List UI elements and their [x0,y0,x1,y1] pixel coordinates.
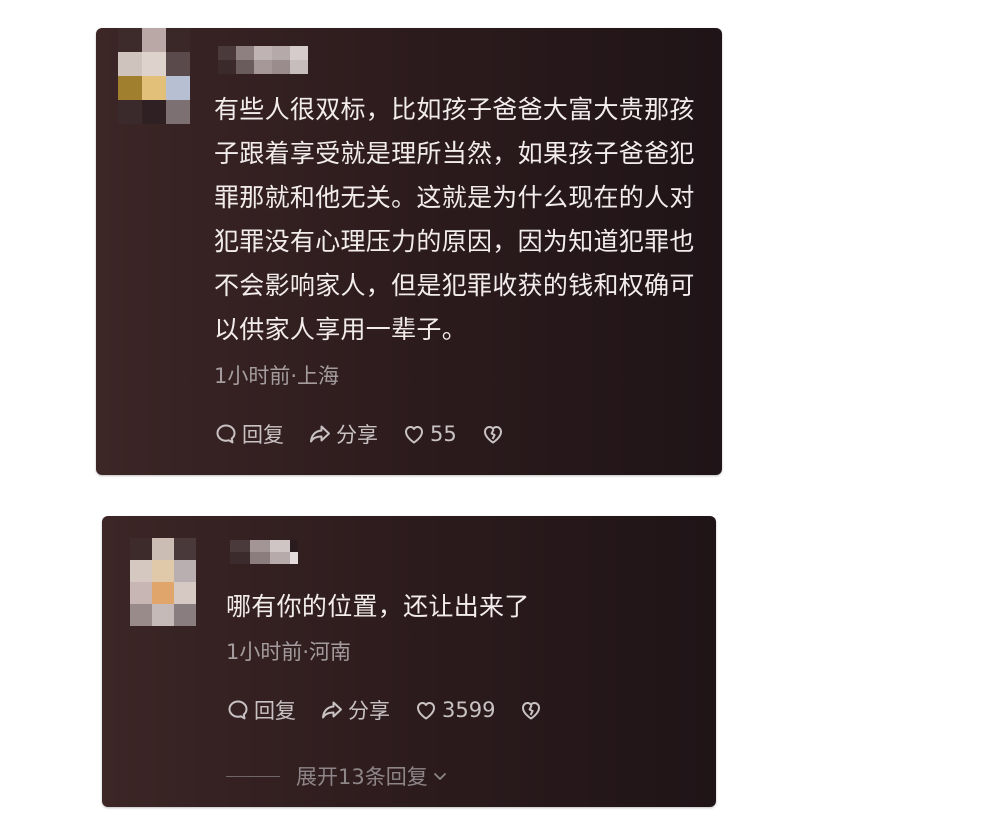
heart-icon [417,702,435,720]
comment-text: 哪有你的位置，还让出来了 [226,592,530,621]
comment-bubble-icon [228,700,248,720]
comment-meta: 1小时前·河南 [226,640,352,664]
reply-button[interactable]: 回复 [226,695,296,725]
comment-actions: 回复 分享 55 [214,419,533,449]
expand-replies-label: 展开13条回复 [296,765,428,789]
share-arrow-icon [322,701,342,719]
reply-label: 回复 [254,699,296,723]
avatar[interactable] [130,538,196,626]
comment-card: 哪有你的位置，还让出来了 1小时前·河南 回复 分享 3599 展开13条回复 [102,516,716,807]
username-blurred[interactable] [230,540,298,564]
comment-card: 有些人很双标，比如孩子爸爸大富大贵那孩子跟着享受就是理所当然，如果孩子爸爸犯罪那… [96,28,722,475]
like-button[interactable]: 3599 [414,698,495,722]
share-button[interactable]: 分享 [308,419,378,449]
comment-meta: 1小时前·上海 [214,364,340,388]
like-count: 3599 [442,698,496,722]
dislike-button[interactable] [519,698,547,722]
reply-label: 回复 [242,423,284,447]
share-label: 分享 [336,423,378,447]
username-blurred[interactable] [218,46,308,74]
share-button[interactable]: 分享 [320,695,390,725]
comment-text: 有些人很双标，比如孩子爸爸大富大贵那孩子跟着享受就是理所当然，如果孩子爸爸犯罪那… [214,95,695,344]
like-button[interactable]: 55 [402,422,457,446]
reply-button[interactable]: 回复 [214,419,284,449]
broken-heart-icon [522,702,541,720]
comment-bubble-icon [216,424,236,444]
dislike-button[interactable] [481,422,509,446]
heart-icon [405,426,423,444]
like-count: 55 [430,422,457,446]
share-arrow-icon [310,425,330,443]
share-label: 分享 [348,699,390,723]
broken-heart-icon [483,426,502,444]
comment-actions: 回复 分享 3599 [226,695,571,725]
divider-line [226,775,280,777]
expand-replies-button[interactable]: 展开13条回复 [226,761,450,791]
avatar[interactable] [118,28,190,124]
chevron-down-icon [433,773,446,780]
